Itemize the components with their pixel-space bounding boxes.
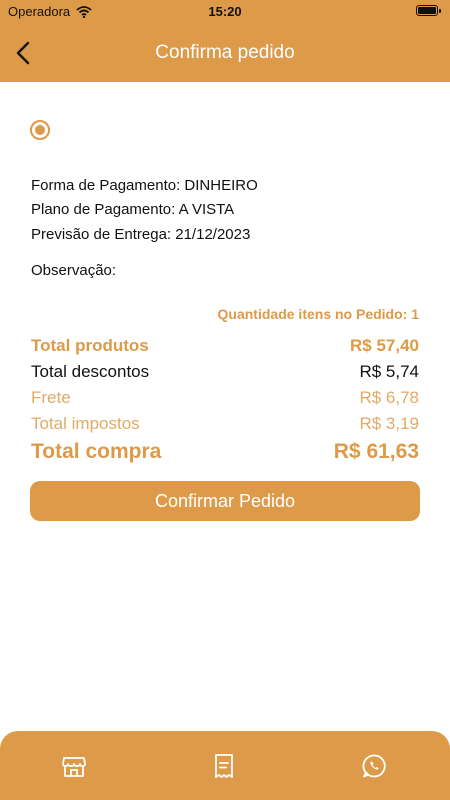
total-taxes-label: Total impostos bbox=[31, 414, 140, 433]
payment-plan-text: Plano de Pagamento: A VISTA bbox=[31, 201, 235, 218]
total-discounts-row: Total descontos R$ 5,74 bbox=[31, 362, 419, 382]
page-title: Confirma pedido bbox=[155, 42, 295, 63]
status-time: 15:20 bbox=[208, 4, 242, 19]
nav-store-button[interactable] bbox=[61, 753, 87, 779]
nav-orders-button[interactable] bbox=[211, 753, 237, 779]
store-icon bbox=[62, 757, 86, 777]
header-bar: Operadora 15:20 Confirma pedido bbox=[0, 0, 450, 82]
shipping-label: Frete bbox=[31, 388, 71, 407]
receipt-icon bbox=[215, 754, 233, 778]
total-discounts-label: Total descontos bbox=[31, 362, 150, 381]
bottom-nav bbox=[0, 731, 450, 800]
status-bar: Operadora 15:20 bbox=[0, 0, 450, 22]
total-purchase-row: Total compra R$ 61,63 bbox=[31, 440, 419, 464]
observation-label: Observação: bbox=[31, 262, 117, 279]
nav-whatsapp-button[interactable] bbox=[361, 753, 387, 779]
battery-icon bbox=[416, 5, 441, 16]
whatsapp-icon bbox=[362, 754, 386, 778]
confirm-order-button[interactable]: Confirmar Pedido bbox=[30, 481, 420, 521]
total-taxes-value: R$ 3,19 bbox=[359, 414, 419, 433]
shipping-value: R$ 6,78 bbox=[359, 388, 419, 407]
total-purchase-value: R$ 61,63 bbox=[333, 440, 419, 463]
payment-radio[interactable] bbox=[30, 120, 50, 140]
total-taxes-row: Total impostos R$ 3,19 bbox=[31, 414, 419, 434]
total-purchase-label: Total compra bbox=[31, 440, 162, 463]
total-products-row: Total produtos R$ 57,40 bbox=[31, 336, 419, 356]
total-products-value: R$ 57,40 bbox=[350, 336, 419, 355]
items-quantity: Quantidade itens no Pedido: 1 bbox=[217, 306, 419, 322]
delivery-forecast-text: Previsão de Entrega: 21/12/2023 bbox=[31, 226, 251, 243]
total-products-label: Total produtos bbox=[31, 336, 149, 355]
shipping-row: Frete R$ 6,78 bbox=[31, 388, 419, 408]
total-discounts-value: R$ 5,74 bbox=[359, 362, 419, 381]
payment-method-text: Forma de Pagamento: DINHEIRO bbox=[31, 177, 258, 194]
